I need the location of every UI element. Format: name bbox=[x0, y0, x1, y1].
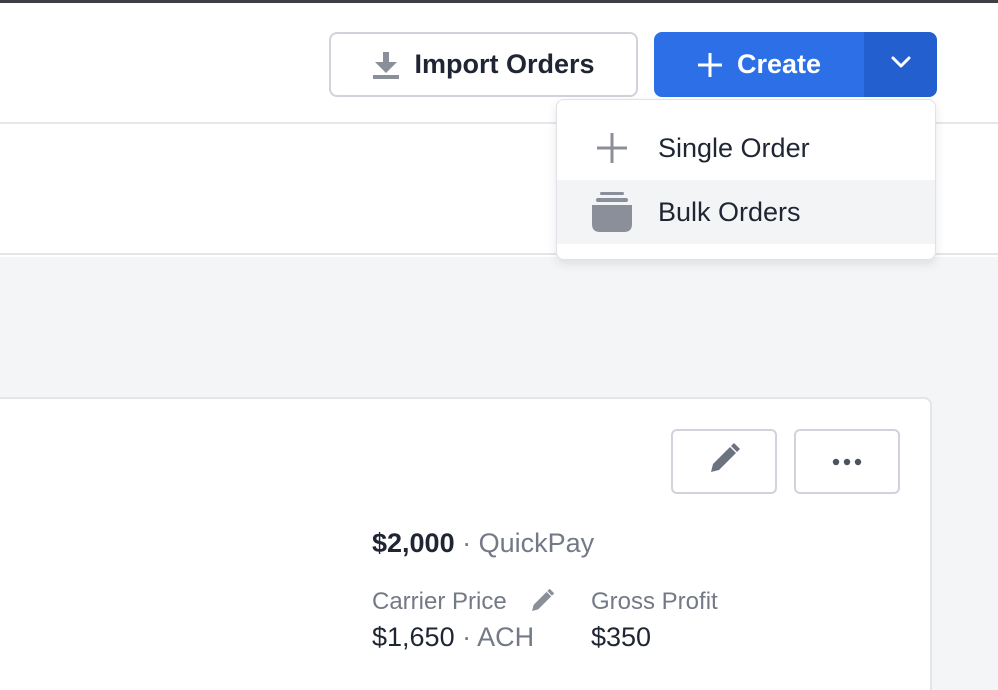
customer-price-separator: · bbox=[454, 528, 479, 558]
create-menu: Single Order Bulk Orders bbox=[556, 99, 936, 260]
menu-item-bulk-orders[interactable]: Bulk Orders bbox=[557, 180, 935, 244]
customer-price: $2,000 · QuickPay bbox=[372, 528, 594, 559]
pencil-icon bbox=[707, 442, 741, 481]
gross-profit-value: $350 bbox=[591, 622, 652, 652]
menu-item-label: Single Order bbox=[658, 132, 810, 163]
stack-icon bbox=[590, 190, 634, 234]
carrier-price-separator: · bbox=[454, 622, 478, 652]
chevron-down-icon bbox=[890, 55, 912, 74]
menu-item-label: Bulk Orders bbox=[658, 196, 801, 227]
customer-price-method: QuickPay bbox=[478, 528, 595, 558]
carrier-price-value: $1,650 · ACH bbox=[372, 622, 534, 653]
carrier-price-label: Carrier Price bbox=[372, 588, 507, 615]
edit-order-button[interactable] bbox=[671, 429, 777, 494]
carrier-price-method: ACH bbox=[477, 622, 535, 652]
menu-item-single-order[interactable]: Single Order bbox=[557, 116, 935, 180]
customer-price-amount: $2,000 bbox=[372, 528, 455, 558]
gross-profit-label: Gross Profit bbox=[591, 588, 718, 615]
pencil-icon[interactable] bbox=[529, 588, 555, 614]
import-orders-button[interactable]: Import Orders bbox=[329, 32, 638, 97]
download-icon bbox=[372, 50, 400, 80]
create-button[interactable]: Create bbox=[654, 32, 864, 97]
plus-icon bbox=[697, 52, 723, 78]
ellipsis-icon bbox=[831, 453, 863, 471]
create-label: Create bbox=[736, 49, 822, 79]
import-orders-label: Import Orders bbox=[414, 49, 595, 79]
create-menu-toggle[interactable] bbox=[864, 32, 937, 97]
more-actions-button[interactable] bbox=[794, 429, 900, 494]
carrier-price-amount: $1,650 bbox=[372, 622, 455, 652]
plus-icon bbox=[590, 126, 634, 170]
